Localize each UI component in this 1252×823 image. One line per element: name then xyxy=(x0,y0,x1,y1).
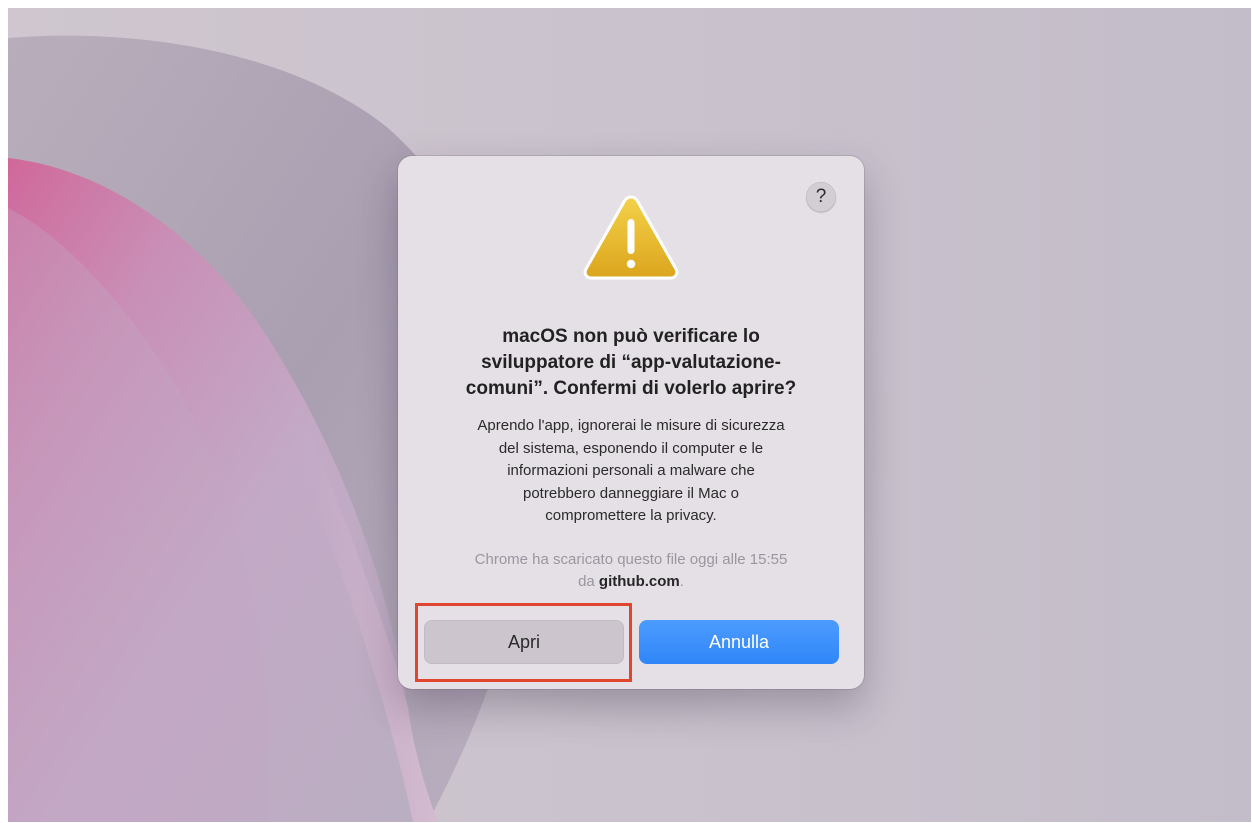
highlight-annotation xyxy=(415,603,632,682)
source-line: Chrome ha scaricato questo file oggi all… xyxy=(474,551,788,568)
help-button[interactable]: ? xyxy=(806,182,836,212)
title-line: macOS non può verificare lo xyxy=(502,326,760,347)
download-source-info: Chrome ha scaricato questo file oggi all… xyxy=(423,549,839,593)
cancel-button[interactable]: Annulla xyxy=(639,620,839,664)
source-suffix: . xyxy=(679,573,684,590)
message-line: del sistema, esponendo il computer e le xyxy=(498,439,764,457)
message-line: informazioni personali a malware che xyxy=(507,462,755,479)
source-prefix: da xyxy=(578,573,599,590)
message-line: compromettere la privacy. xyxy=(545,507,717,524)
screenshot: ? macOS non può verificare lo sviluppato… xyxy=(0,0,1252,823)
source-domain: github.com xyxy=(598,573,680,590)
warning-icon xyxy=(583,195,679,280)
source-line-2: da github.com. xyxy=(423,571,839,593)
message-line: Aprendo l'app, ignorerai le misure di si… xyxy=(477,417,785,434)
title-line: sviluppatore di “app-valutazione- xyxy=(481,352,781,373)
title-line: comuni”. Confermi di volerlo aprire? xyxy=(465,378,797,399)
dialog-message: Aprendo l'app, ignorerai le misure di si… xyxy=(428,415,834,528)
message-line: potrebbero danneggiare il Mac o xyxy=(523,484,739,502)
dialog-title: macOS non può verificare lo sviluppatore… xyxy=(418,324,844,402)
